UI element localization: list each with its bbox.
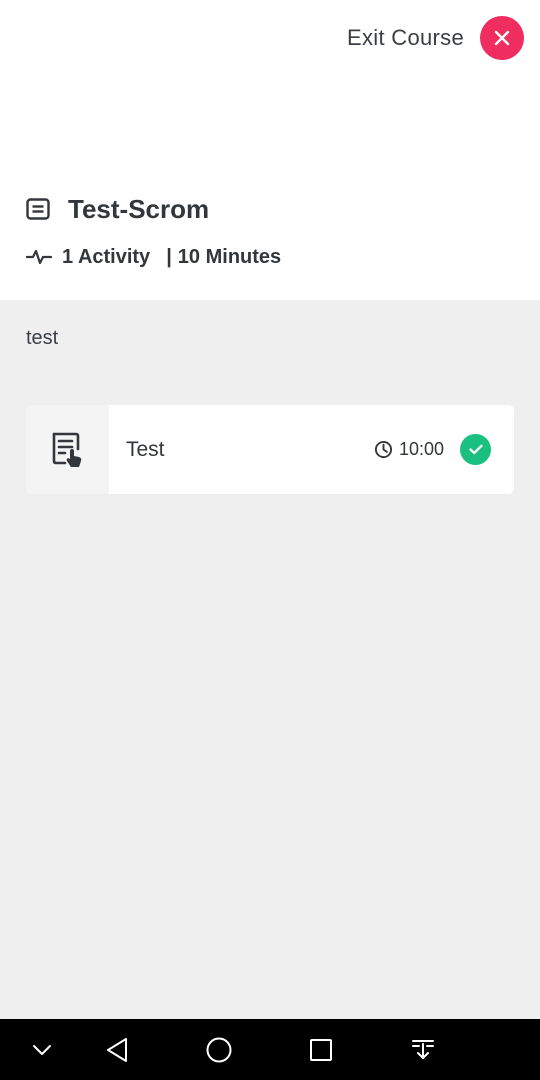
activity-duration: 10:00 (374, 439, 444, 460)
scorm-activity-icon (52, 432, 81, 467)
exit-course-label[interactable]: Exit Course (347, 25, 464, 51)
course-header: Exit Course Test-Scrom 1 Activity | 10 M… (0, 0, 540, 300)
nav-recents-button[interactable] (295, 1019, 347, 1080)
activity-count: 1 Activity (62, 245, 151, 268)
nav-notifications-button[interactable] (397, 1019, 449, 1080)
home-icon (206, 1037, 232, 1062)
course-description: test (26, 327, 59, 349)
check-icon (468, 444, 483, 455)
notifications-pull-icon (412, 1039, 434, 1059)
meta-separator: | (166, 245, 172, 268)
course-duration: 10 Minutes (177, 245, 282, 268)
activity-icon-box (26, 405, 109, 494)
activity-time: 10:00 (398, 439, 444, 459)
back-icon (107, 1037, 127, 1062)
document-icon (26, 198, 50, 220)
exit-course-button[interactable] (480, 16, 524, 60)
course-title-row: Test-Scrom (26, 192, 209, 226)
nav-home-button[interactable] (193, 1019, 245, 1080)
clock-icon (374, 440, 393, 459)
course-title: Test-Scrom (68, 193, 210, 224)
recents-icon (310, 1038, 332, 1061)
nav-hide-button[interactable] (16, 1019, 68, 1080)
nav-back-button[interactable] (91, 1019, 143, 1080)
activity-item[interactable]: Test 10:00 (26, 405, 514, 494)
close-icon (494, 30, 510, 46)
activity-name: Test (126, 437, 165, 461)
completed-status-badge (460, 434, 491, 465)
exit-course-row[interactable]: Exit Course (347, 16, 524, 60)
chevron-down-icon (33, 1044, 51, 1055)
course-screen: Exit Course Test-Scrom 1 Activity | 10 M… (0, 0, 540, 1080)
course-meta: 1 Activity | 10 Minutes (26, 243, 281, 271)
pulse-icon (26, 249, 52, 265)
system-navigation-bar (0, 1019, 540, 1080)
